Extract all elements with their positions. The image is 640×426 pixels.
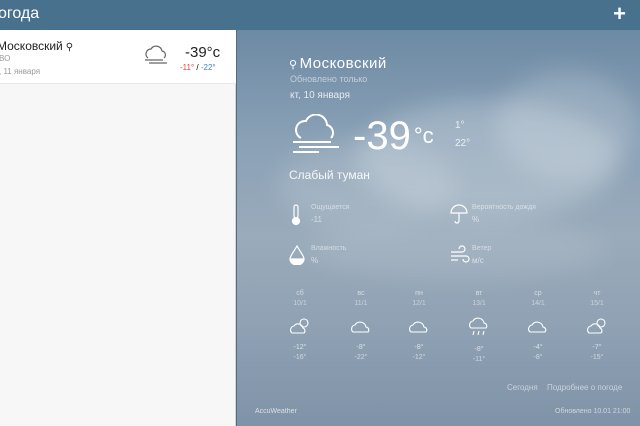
detail-updated: Обновлено только xyxy=(290,74,368,84)
location-list: Московский ⚲ ВО , 11 января -39°с -11° / … xyxy=(0,30,236,426)
accuweather-logo: AccuWeather xyxy=(255,408,297,415)
more-details-link[interactable]: Подробнее о погоде xyxy=(547,383,622,392)
forecast-day-6[interactable]: чт 15/1 -7° -15° xyxy=(577,290,617,361)
forecast-day-4[interactable]: вт 13/1 -8° -11° xyxy=(459,290,499,363)
metric-wind: Ветер м/с xyxy=(450,245,600,275)
rain-icon xyxy=(459,317,499,342)
current-temperature: -39 °c xyxy=(353,114,434,158)
location-pin-icon: ⚲ xyxy=(289,59,298,71)
forecast-day-1[interactable]: сб 10/1 -12° -16° xyxy=(280,290,320,361)
forecast-day-5[interactable]: ср 14/1 -4° -8° xyxy=(518,290,558,361)
list-item-hilo: -11° / -22° xyxy=(180,63,216,72)
list-item-temperature: -39°с xyxy=(185,44,221,61)
fog-icon xyxy=(141,45,171,72)
today-link[interactable]: Сегодня xyxy=(507,383,538,392)
wind-icon xyxy=(450,245,470,270)
list-item[interactable]: Московский ⚲ ВО , 11 января -39°с -11° / … xyxy=(0,30,236,84)
thermometer-icon xyxy=(289,204,303,231)
metric-feels-like: Ощущается -11 xyxy=(289,204,439,234)
app-title: огода xyxy=(0,5,40,22)
fog-icon xyxy=(289,113,345,161)
app-header: огода + xyxy=(0,0,640,30)
detail-date: кт, 10 января xyxy=(290,90,350,101)
footer-updated: Обновлено 10.01 21:00 xyxy=(555,408,631,415)
metric-humidity: Влажность % xyxy=(289,244,439,275)
partly-cloudy-icon xyxy=(577,317,617,340)
partly-cloudy-icon xyxy=(280,317,320,340)
cloudy-icon xyxy=(399,317,439,340)
today-high: 1° xyxy=(455,120,465,131)
list-item-subtitle: ВО xyxy=(0,54,11,63)
detail-city: ⚲ Московский xyxy=(289,55,387,72)
location-pin-icon: ⚲ xyxy=(65,42,74,53)
cloudy-icon xyxy=(518,317,558,340)
list-item-date: , 11 января xyxy=(0,67,41,76)
forecast-day-2[interactable]: вс 11/1 -8° -22° xyxy=(341,290,381,361)
metric-rain-chance: Вероятность дождя % xyxy=(450,204,600,234)
list-item-city: Московский ⚲ xyxy=(0,39,74,53)
weather-detail: ⚲ Московский Обновлено только кт, 10 янва… xyxy=(237,30,640,426)
umbrella-icon xyxy=(450,204,468,229)
cloudy-icon xyxy=(341,317,381,340)
forecast-day-3[interactable]: пн 12/1 -8° -12° xyxy=(399,290,439,361)
humidity-icon xyxy=(289,244,305,270)
weather-description: Слабый туман xyxy=(289,168,370,182)
add-location-button[interactable]: + xyxy=(613,2,626,26)
today-low: 22° xyxy=(455,138,471,149)
